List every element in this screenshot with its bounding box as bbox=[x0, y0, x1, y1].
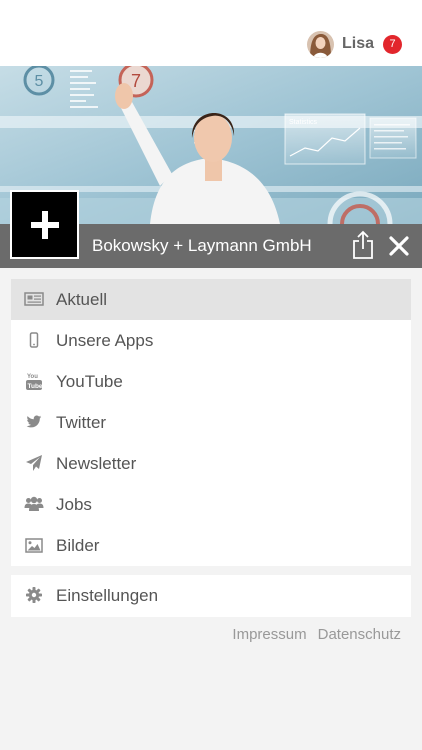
twitter-icon bbox=[23, 411, 45, 433]
avatar[interactable] bbox=[306, 30, 334, 58]
menu-item-label: YouTube bbox=[56, 371, 123, 391]
menu-item-einstellungen[interactable]: Einstellungen bbox=[11, 575, 411, 616]
menu-item-label: Aktuell bbox=[56, 289, 108, 309]
user-profile[interactable]: Lisa 7 bbox=[306, 30, 402, 58]
share-icon[interactable] bbox=[351, 230, 375, 260]
phone-icon bbox=[23, 329, 45, 351]
paper-plane-icon bbox=[23, 452, 45, 474]
menu-item-unsere-apps[interactable]: Unsere Apps bbox=[11, 320, 411, 361]
svg-text:You: You bbox=[27, 374, 38, 380]
company-logo bbox=[10, 190, 79, 259]
company-name: Bokowsky + Laymann GmbH bbox=[92, 236, 312, 255]
youtube-icon: You Tube bbox=[23, 370, 45, 392]
menu-item-aktuell[interactable]: Aktuell bbox=[11, 279, 411, 320]
top-bar: Lisa 7 bbox=[0, 0, 422, 66]
notification-badge[interactable]: 7 bbox=[383, 34, 402, 54]
menu-item-bilder[interactable]: Bilder bbox=[11, 525, 411, 566]
menu-item-label: Newsletter bbox=[56, 453, 137, 473]
menu-item-label: Bilder bbox=[56, 535, 100, 555]
datenschutz-link[interactable]: Datenschutz bbox=[318, 626, 401, 643]
menu-item-label: Einstellungen bbox=[56, 585, 159, 605]
hero-statistics-label: Statistics bbox=[289, 119, 318, 126]
newspaper-icon bbox=[23, 288, 45, 310]
navigation-menu: Aktuell Unsere Apps You Tube YouTube Twi… bbox=[11, 279, 411, 566]
settings-row[interactable]: Einstellungen bbox=[11, 575, 411, 617]
users-icon bbox=[23, 493, 45, 515]
user-name[interactable]: Lisa bbox=[342, 35, 374, 53]
image-icon bbox=[23, 534, 45, 556]
svg-text:Tube: Tube bbox=[28, 383, 43, 390]
hero-bubble-5: 5 bbox=[35, 73, 44, 90]
hero-bubble-7: 7 bbox=[131, 71, 141, 91]
gear-icon bbox=[23, 584, 45, 606]
footer-links: Impressum Datenschutz bbox=[232, 626, 401, 643]
menu-item-newsletter[interactable]: Newsletter bbox=[11, 443, 411, 484]
menu-item-label: Twitter bbox=[56, 412, 107, 432]
menu-item-jobs[interactable]: Jobs bbox=[11, 484, 411, 525]
share-button[interactable] bbox=[351, 230, 375, 260]
impressum-link[interactable]: Impressum bbox=[232, 626, 306, 643]
menu-item-youtube[interactable]: You Tube YouTube bbox=[11, 361, 411, 402]
menu-item-label: Unsere Apps bbox=[56, 330, 154, 350]
plus-icon bbox=[30, 210, 59, 239]
menu-item-label: Jobs bbox=[56, 494, 92, 514]
menu-item-twitter[interactable]: Twitter bbox=[11, 402, 411, 443]
close-icon[interactable] bbox=[388, 235, 410, 257]
close-button[interactable] bbox=[388, 235, 410, 257]
